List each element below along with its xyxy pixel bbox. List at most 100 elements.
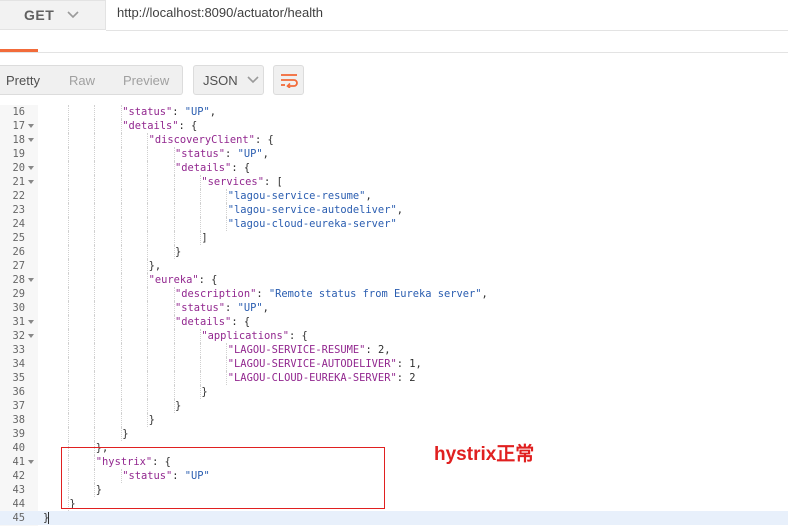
indent-guide — [120, 189, 122, 203]
line-number: 43 — [12, 484, 25, 496]
indent-guide — [120, 273, 122, 287]
chevron-down-icon — [67, 11, 79, 19]
code-text: "status": "UP", — [175, 148, 269, 160]
line-number: 34 — [12, 358, 25, 370]
code-text: "eureka": { — [148, 274, 218, 286]
indent-guide — [147, 259, 149, 273]
code-line: 32 "applications": { — [0, 329, 788, 343]
code-line: 31 "details": { — [0, 315, 788, 329]
indent-guide — [68, 301, 69, 315]
indent-guide — [173, 301, 175, 315]
line-number: 31 — [12, 316, 25, 328]
code-text: "lagou-service-autodeliver", — [227, 204, 403, 216]
indent-guide — [120, 259, 122, 273]
code-text: } — [148, 414, 155, 426]
fold-toggle-icon[interactable] — [28, 460, 34, 464]
fold-toggle-icon[interactable] — [28, 180, 34, 184]
fold-toggle-icon[interactable] — [28, 124, 34, 128]
indent-guide — [120, 315, 122, 329]
indent-guide — [120, 385, 122, 399]
code-line: 35 "LAGOU-CLOUD-EUREKA-SERVER": 2 — [0, 371, 788, 385]
indent-guide — [200, 371, 201, 385]
indent-guide — [94, 273, 96, 287]
indent-guide — [68, 273, 69, 287]
view-mode-group: Pretty Raw Preview — [0, 65, 183, 95]
wrap-lines-button[interactable] — [273, 65, 304, 95]
format-select[interactable]: JSON — [193, 65, 264, 95]
indent-guide — [173, 147, 175, 161]
line-number: 32 — [12, 330, 25, 342]
method-select[interactable]: GET — [0, 0, 106, 30]
indent-guide — [147, 413, 149, 427]
code-text: "lagou-cloud-eureka-server" — [227, 218, 397, 230]
fold-toggle-icon[interactable] — [28, 166, 34, 170]
fold-toggle-icon[interactable] — [28, 138, 34, 142]
code-text: "services": [ — [201, 176, 283, 188]
indent-guide — [120, 371, 122, 385]
code-line: 24 "lagou-cloud-eureka-server" — [0, 217, 788, 231]
indent-guide — [94, 175, 96, 189]
indent-guide — [173, 357, 175, 371]
fold-toggle-icon[interactable] — [28, 334, 34, 338]
code-line: 22 "lagou-service-resume", — [0, 189, 788, 203]
fold-toggle-icon[interactable] — [28, 320, 34, 324]
indent-guide — [68, 385, 69, 399]
fold-toggle-icon[interactable] — [28, 278, 34, 282]
view-pretty-button[interactable]: Pretty — [6, 73, 40, 88]
code-text: "discoveryClient": { — [148, 134, 274, 146]
response-toolbar: Pretty Raw Preview JSON — [0, 62, 788, 96]
url-input[interactable]: http://localhost:8090/actuator/health — [117, 5, 323, 20]
indent-guide — [173, 203, 175, 217]
indent-guide — [120, 357, 122, 371]
indent-guide — [147, 175, 149, 189]
indent-guide — [173, 175, 175, 189]
code-line: 45} — [0, 511, 788, 525]
view-raw-button[interactable]: Raw — [69, 73, 95, 88]
indent-guide — [226, 189, 228, 203]
indent-guide — [68, 133, 69, 147]
indent-guide — [120, 231, 122, 245]
request-bar: GET http://localhost:8090/actuator/healt… — [0, 0, 788, 34]
indent-guide — [68, 119, 69, 133]
indent-guide — [147, 399, 149, 413]
indent-guide — [147, 315, 149, 329]
line-number: 39 — [12, 428, 25, 440]
indent-guide — [68, 147, 69, 161]
indent-guide — [200, 231, 201, 245]
indent-guide — [120, 399, 122, 413]
indent-guide — [68, 203, 69, 217]
line-number: 38 — [12, 414, 25, 426]
indent-guide — [147, 217, 149, 231]
line-number: 33 — [12, 344, 25, 356]
indent-guide — [94, 413, 96, 427]
indent-guide — [147, 287, 149, 301]
line-number: 42 — [12, 470, 25, 482]
indent-guide — [173, 245, 175, 259]
view-preview-button[interactable]: Preview — [123, 73, 169, 88]
indent-guide — [94, 245, 96, 259]
line-number: 22 — [12, 190, 25, 202]
indent-guide — [120, 413, 122, 427]
indent-guide — [147, 371, 149, 385]
indent-guide — [173, 399, 175, 413]
code-text: "status": "UP", — [175, 302, 269, 314]
indent-guide — [147, 245, 149, 259]
indent-guide — [68, 259, 69, 273]
line-number: 29 — [12, 288, 25, 300]
line-number: 36 — [12, 386, 25, 398]
code-line: 37} — [0, 399, 788, 413]
indent-guide — [147, 385, 149, 399]
code-text: "LAGOU-CLOUD-EUREKA-SERVER": 2 — [227, 372, 416, 384]
indent-guide — [147, 231, 149, 245]
code-line: 36} — [0, 385, 788, 399]
indent-guide — [120, 147, 122, 161]
method-label: GET — [24, 7, 55, 23]
code-line: 18 "discoveryClient": { — [0, 133, 788, 147]
indent-guide — [173, 161, 175, 175]
code-line: 38} — [0, 413, 788, 427]
line-number: 28 — [12, 274, 25, 286]
indent-guide — [173, 287, 175, 301]
indent-guide — [68, 427, 69, 441]
line-number: 27 — [12, 260, 25, 272]
indent-guide — [200, 385, 201, 399]
